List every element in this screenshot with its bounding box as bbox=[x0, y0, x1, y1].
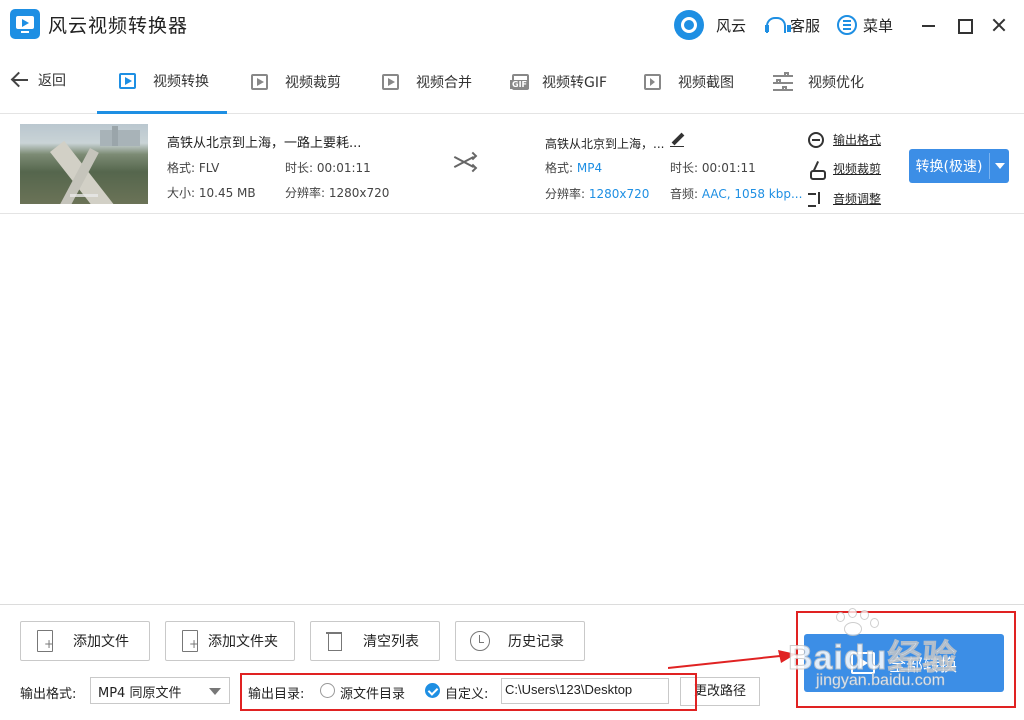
clock-icon bbox=[470, 629, 490, 653]
convert-fast-label: 转换(极速) bbox=[915, 159, 983, 175]
source-format: 格式: FLV bbox=[167, 161, 220, 175]
music-icon bbox=[808, 191, 824, 207]
app-logo-icon bbox=[10, 9, 40, 39]
tab-video-convert[interactable]: 视频转换 bbox=[97, 50, 227, 114]
trash-icon bbox=[325, 629, 345, 653]
close-icon[interactable] bbox=[988, 14, 1010, 36]
chevron-down-icon bbox=[209, 688, 221, 695]
video-thumbnail[interactable] bbox=[20, 124, 148, 204]
tab-video-cut[interactable]: 视频裁剪 bbox=[249, 50, 341, 114]
source-resolution: 分辨率: 1280x720 bbox=[285, 186, 390, 200]
nav-bar: 返回 视频转换 视频裁剪 视频合并 GIF 视频转GIF 视频截图 视频优化 bbox=[0, 50, 1024, 114]
output-audio: 音频: AAC, 1058 kbp... bbox=[670, 187, 803, 201]
convert-fast-button[interactable]: 转换(极速) bbox=[909, 149, 1009, 183]
clear-list-button[interactable]: 清空列表 bbox=[310, 621, 440, 661]
add-folder-button[interactable]: 添加文件夹 bbox=[165, 621, 295, 661]
tab-label: 视频优化 bbox=[808, 75, 864, 91]
output-format-label: 输出格式: bbox=[20, 687, 77, 702]
output-format-select[interactable]: MP4 同原文件 bbox=[90, 677, 230, 704]
format-icon bbox=[808, 131, 824, 148]
back-arrow-icon bbox=[10, 70, 30, 90]
customer-service-button[interactable]: 客服 bbox=[764, 10, 820, 40]
source-size: 大小: 10.45 MB bbox=[167, 186, 256, 200]
chevron-down-icon bbox=[994, 163, 1005, 169]
screenshot-icon bbox=[642, 71, 664, 93]
scissors-icon bbox=[808, 161, 826, 180]
menu-button[interactable]: 菜单 bbox=[837, 10, 893, 40]
output-file-name: 高铁从北京到上海，... bbox=[545, 137, 665, 151]
tab-video-merge[interactable]: 视频合并 bbox=[380, 50, 472, 114]
baidu-watermark: Baidu经验 jingyan.baidu.com bbox=[780, 608, 1016, 698]
user-name: 风云 bbox=[716, 16, 747, 35]
output-dir-highlight bbox=[240, 673, 697, 711]
output-format-value: MP4 同原文件 bbox=[98, 686, 182, 701]
output-format: 格式: MP4 bbox=[545, 161, 603, 175]
add-folder-icon bbox=[180, 629, 200, 653]
output-resolution: 分辨率: 1280x720 bbox=[545, 187, 650, 201]
sliders-icon bbox=[772, 71, 794, 93]
maximize-icon[interactable] bbox=[953, 14, 975, 36]
menu-label: 菜单 bbox=[863, 16, 894, 35]
output-duration: 时长: 00:01:11 bbox=[670, 161, 756, 175]
customer-service-label: 客服 bbox=[790, 16, 821, 35]
watermark-url: jingyan.baidu.com bbox=[816, 672, 945, 690]
convert-dropdown[interactable] bbox=[990, 163, 1009, 169]
tab-video-screenshot[interactable]: 视频截图 bbox=[642, 50, 734, 114]
headset-icon bbox=[764, 15, 791, 35]
video-convert-icon bbox=[117, 70, 139, 92]
source-duration: 时长: 00:01:11 bbox=[285, 161, 371, 175]
menu-icon bbox=[837, 15, 857, 35]
add-file-icon bbox=[35, 629, 55, 653]
app-title: 风云视频转换器 bbox=[48, 15, 189, 37]
tab-label: 视频转GIF bbox=[542, 75, 608, 91]
tab-video-optimize[interactable]: 视频优化 bbox=[772, 50, 864, 114]
convert-arrow-icon bbox=[453, 151, 479, 173]
annotation-arrow-icon bbox=[668, 650, 796, 669]
edit-name-icon[interactable] bbox=[670, 133, 684, 147]
tab-label: 视频转换 bbox=[153, 73, 209, 90]
output-format-link[interactable]: 输出格式 bbox=[808, 131, 881, 148]
video-cut-link[interactable]: 视频裁剪 bbox=[808, 160, 881, 180]
history-button[interactable]: 历史记录 bbox=[455, 621, 585, 661]
gif-icon: GIF bbox=[510, 71, 532, 93]
audio-adjust-link[interactable]: 音频调整 bbox=[808, 190, 881, 207]
tab-label: 视频合并 bbox=[416, 75, 472, 91]
title-bar: 风云视频转换器 风云 客服 菜单 bbox=[0, 0, 1024, 50]
minimize-icon[interactable] bbox=[918, 14, 940, 36]
tab-label: 视频截图 bbox=[678, 75, 734, 91]
tab-label: 视频裁剪 bbox=[285, 75, 341, 91]
back-label: 返回 bbox=[38, 73, 66, 89]
user-avatar-icon bbox=[674, 10, 704, 40]
back-button[interactable]: 返回 bbox=[10, 70, 66, 90]
tab-video-to-gif[interactable]: GIF 视频转GIF bbox=[510, 50, 607, 114]
add-file-button[interactable]: 添加文件 bbox=[20, 621, 150, 661]
video-cut-icon bbox=[249, 71, 271, 93]
source-file-name: 高铁从北京到上海，一路上要耗... bbox=[167, 136, 362, 151]
user-account[interactable]: 风云 bbox=[674, 10, 746, 40]
video-merge-icon bbox=[380, 71, 402, 93]
